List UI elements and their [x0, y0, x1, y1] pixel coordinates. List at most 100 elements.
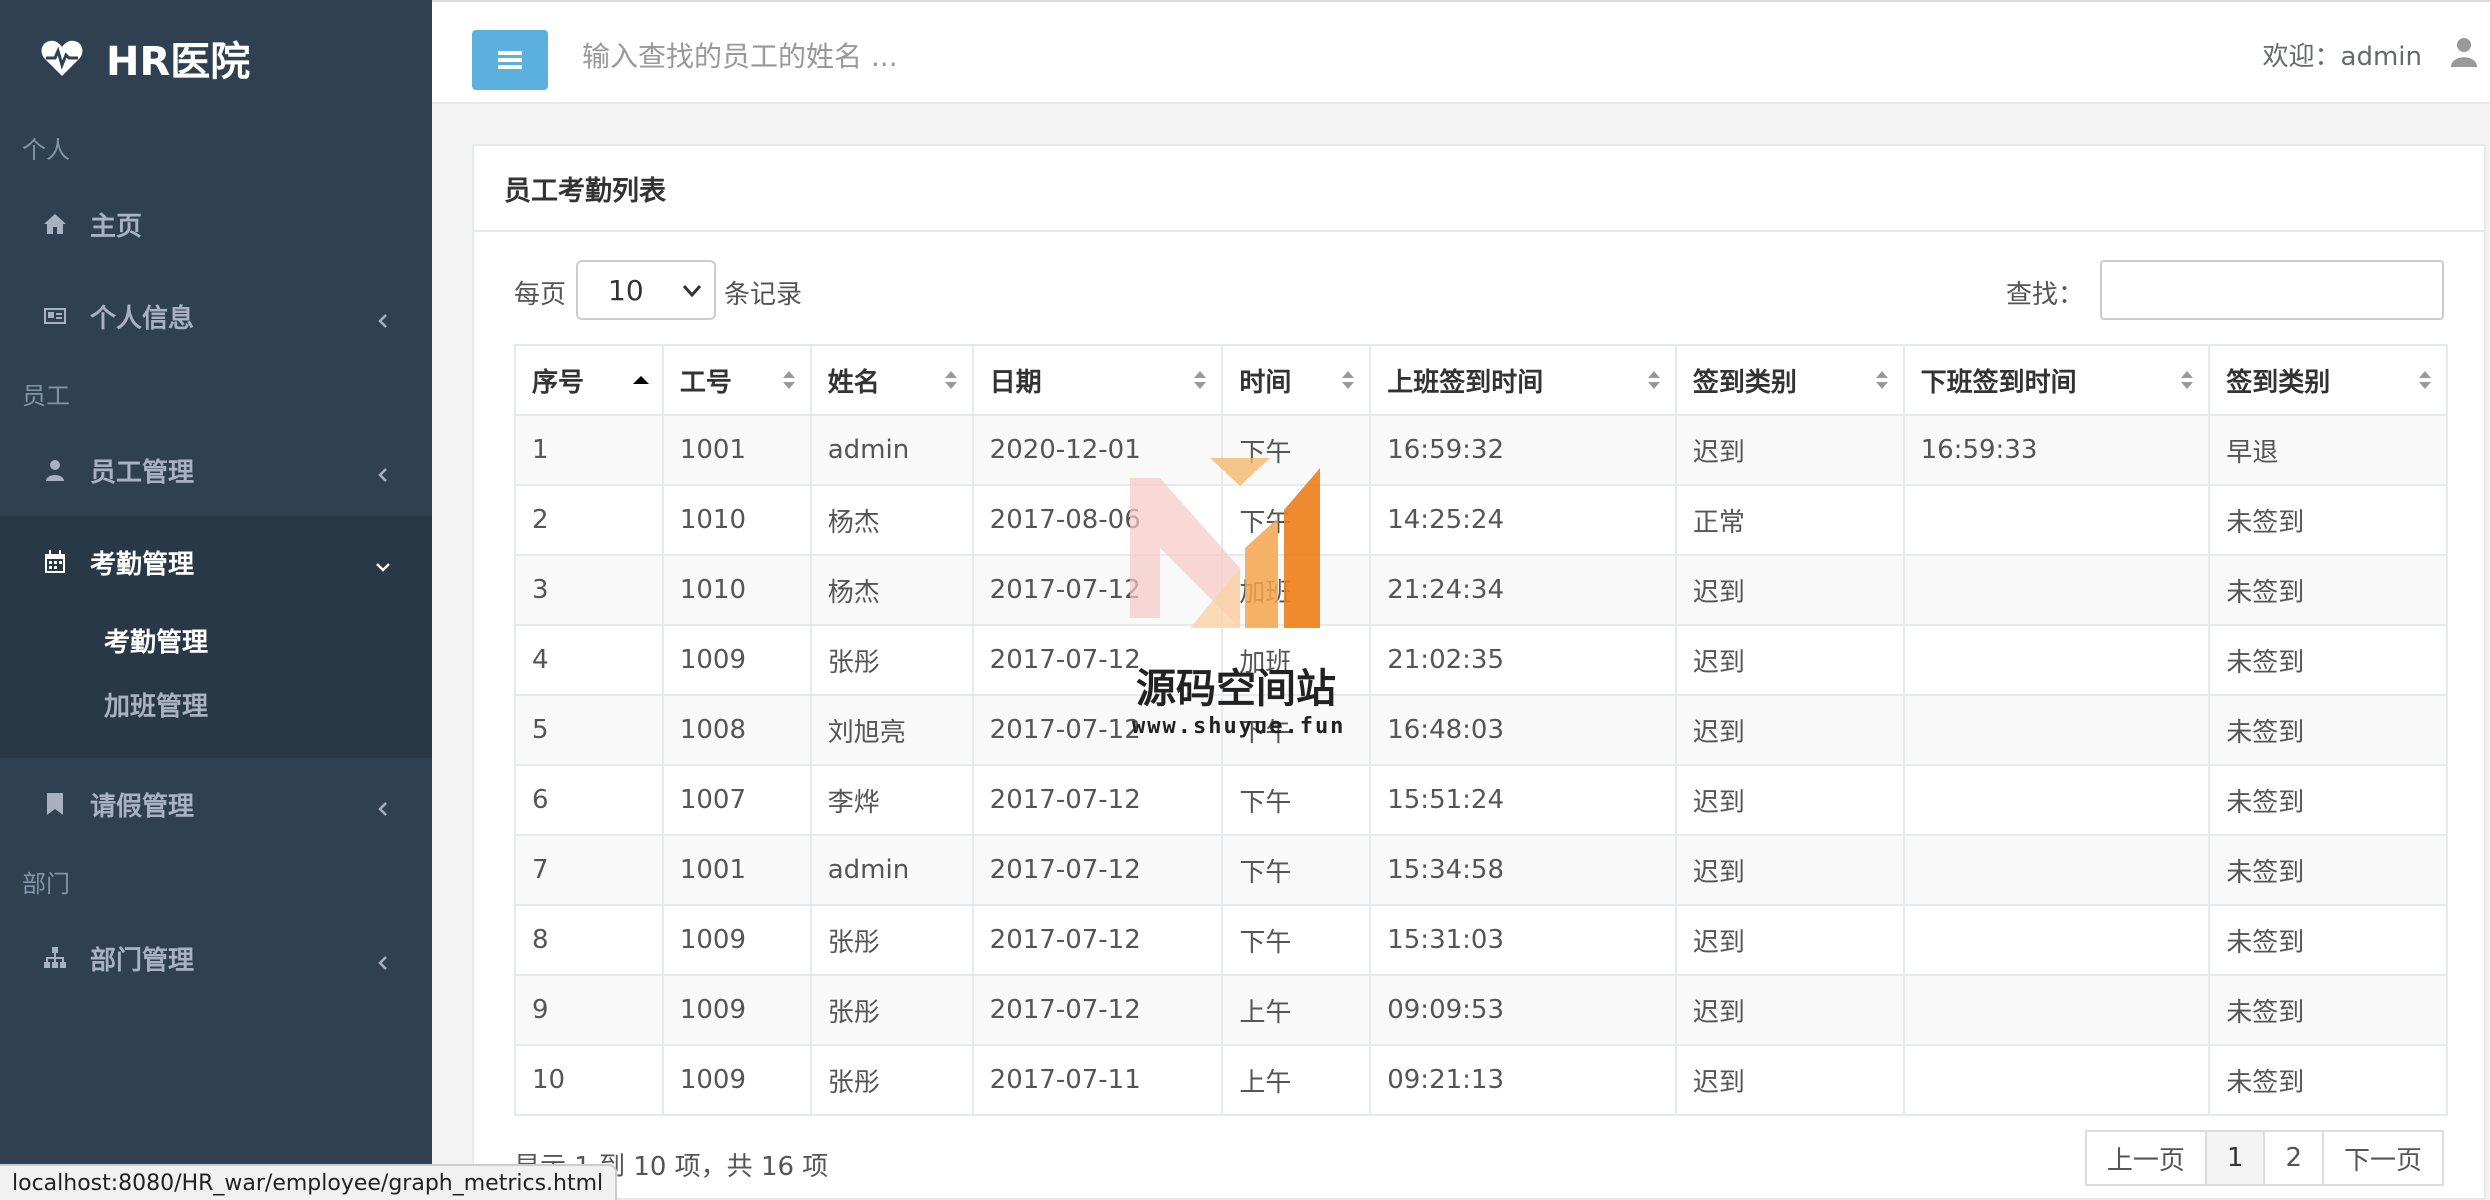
topbar: 欢迎：admin [432, 0, 2490, 104]
chevron-left-icon [374, 949, 392, 970]
welcome-text: 欢迎：admin [2262, 42, 2422, 72]
attendance-table: 序号 工号 姓名 日期 时间 上班签到时间 签到类别 下班签到时间 签到类别 1 1001 admi… [514, 344, 2448, 1116]
column-header[interactable]: 序号 [514, 344, 664, 416]
table-cell: 1010 [661, 554, 812, 626]
submenu-item-overtime[interactable]: 加班管理 [0, 672, 432, 736]
table-cell: 6 [514, 764, 664, 836]
employee-search-input[interactable] [582, 30, 1282, 82]
calendar-icon [40, 547, 70, 577]
sidebar-item-attendance[interactable]: 考勤管理 [0, 516, 432, 608]
table-row[interactable]: 7 1001 admin 2017-07-12 下午 15:34:58 迟到 未签到 [514, 834, 2448, 906]
table-cell: 李烨 [809, 764, 974, 836]
table-cell [1902, 904, 2211, 976]
table-cell: 正常 [1674, 484, 1905, 556]
sidebar-item-home[interactable]: 主页 [0, 178, 432, 270]
table-cell: 16:59:32 [1369, 414, 1677, 486]
sort-icon [2416, 367, 2434, 393]
table-cell: 未签到 [2208, 694, 2448, 766]
table-row[interactable]: 9 1009 张彤 2017-07-12 上午 09:09:53 迟到 未签到 [514, 974, 2448, 1046]
sidebar-item-label: 请假管理 [90, 791, 195, 822]
table-row[interactable]: 1 1001 admin 2020-12-01 下午 16:59:32 迟到 16:59:33… [514, 414, 2448, 486]
table-cell: 2020-12-01 [971, 414, 1224, 486]
table-row[interactable]: 6 1007 李烨 2017-07-12 下午 15:51:24 迟到 未签到 [514, 764, 2448, 836]
sort-asc-icon [632, 367, 650, 393]
table-cell: 1009 [661, 1044, 812, 1116]
sidebar-item-label: 部门管理 [90, 945, 195, 976]
table-cell: 迟到 [1674, 834, 1905, 906]
table-cell: 下午 [1221, 764, 1372, 836]
table-cell: admin [809, 834, 974, 906]
sidebar-item-profile[interactable]: 个人信息 [0, 270, 432, 362]
table-cell: admin [809, 414, 974, 486]
next-page-button[interactable]: 下一页 [2321, 1130, 2444, 1186]
table-cell [1902, 764, 2211, 836]
sort-icon [1873, 367, 1891, 393]
page-length-select[interactable]: 10 [576, 260, 716, 320]
table-cell: 未签到 [2208, 764, 2448, 836]
table-cell: 21:02:35 [1369, 624, 1677, 696]
column-header[interactable]: 下班签到时间 [1902, 344, 2211, 416]
table-cell: 2017-07-12 [971, 764, 1224, 836]
table-row[interactable]: 2 1010 杨杰 2017-08-06 下午 14:25:24 正常 未签到 [514, 484, 2448, 556]
column-header[interactable]: 姓名 [809, 344, 974, 416]
sort-icon [1645, 367, 1663, 393]
table-cell: 1008 [661, 694, 812, 766]
table-cell: 2017-07-12 [971, 974, 1224, 1046]
user-icon[interactable] [2450, 36, 2478, 68]
table-row[interactable]: 3 1010 杨杰 2017-07-12 加班 21:24:34 迟到 未签到 [514, 554, 2448, 626]
sidebar-group-attendance: 考勤管理 考勤管理 加班管理 [0, 516, 432, 758]
table-row[interactable]: 4 1009 张彤 2017-07-12 加班 21:02:35 迟到 未签到 [514, 624, 2448, 696]
submenu-item-attendance[interactable]: 考勤管理 [0, 608, 432, 672]
page-button-2[interactable]: 2 [2263, 1130, 2324, 1186]
table-cell: 1007 [661, 764, 812, 836]
column-header[interactable]: 签到类别 [1674, 344, 1905, 416]
table-cell: 迟到 [1674, 414, 1905, 486]
table-cell: 4 [514, 624, 664, 696]
table-cell: 未签到 [2208, 834, 2448, 906]
table-row[interactable]: 8 1009 张彤 2017-07-12 下午 15:31:03 迟到 未签到 [514, 904, 2448, 976]
brand[interactable]: HR医院 [0, 0, 432, 116]
table-row[interactable]: 10 1009 张彤 2017-07-11 上午 09:21:13 迟到 未签到 [514, 1044, 2448, 1116]
id-card-icon [40, 301, 70, 331]
table-cell: 3 [514, 554, 664, 626]
column-header-label: 上班签到时间 [1387, 367, 1544, 398]
column-header[interactable]: 日期 [971, 344, 1224, 416]
column-header-label: 签到类别 [2226, 367, 2331, 398]
column-header-label: 时间 [1239, 367, 1292, 398]
table-cell: 未签到 [2208, 624, 2448, 696]
sidebar-item-label: 员工管理 [90, 457, 195, 488]
table-search-input[interactable] [2100, 260, 2444, 320]
table-cell: 1001 [661, 834, 812, 906]
table-cell: 迟到 [1674, 624, 1905, 696]
page-length-suffix: 条记录 [724, 280, 803, 310]
table-row[interactable]: 5 1008 刘旭亮 2017-07-12 下午 16:48:03 迟到 未签到 [514, 694, 2448, 766]
home-icon [40, 209, 70, 239]
table-cell: 张彤 [809, 624, 974, 696]
column-header[interactable]: 签到类别 [2208, 344, 2448, 416]
sidebar-item-label: 个人信息 [90, 303, 195, 334]
sidebar-toggle-button[interactable] [472, 30, 548, 90]
table-cell: 上午 [1221, 1044, 1372, 1116]
page-button-1[interactable]: 1 [2204, 1130, 2266, 1186]
table-cell: 下午 [1221, 484, 1372, 556]
column-header-label: 日期 [989, 367, 1042, 398]
chevron-left-icon [374, 461, 392, 482]
table-cell: 9 [514, 974, 664, 1046]
column-header[interactable]: 时间 [1221, 344, 1372, 416]
column-header[interactable]: 上班签到时间 [1369, 344, 1677, 416]
table-controls: 每页 10 条记录 查找： [514, 260, 2444, 324]
prev-page-button[interactable]: 上一页 [2084, 1130, 2207, 1186]
table-cell [1902, 484, 2211, 556]
table-cell: 迟到 [1674, 1044, 1905, 1116]
table-cell [1902, 834, 2211, 906]
table-cell: 未签到 [2208, 484, 2448, 556]
sidebar-item-employee-management[interactable]: 员工管理 [0, 424, 432, 516]
table-header-row: 序号 工号 姓名 日期 时间 上班签到时间 签到类别 下班签到时间 签到类别 [514, 344, 2448, 416]
table-cell [1902, 554, 2211, 626]
column-header[interactable]: 工号 [661, 344, 812, 416]
sidebar-item-leave[interactable]: 请假管理 [0, 758, 432, 850]
table-cell: 未签到 [2208, 974, 2448, 1046]
table-cell: 5 [514, 694, 664, 766]
sidebar-item-department[interactable]: 部门管理 [0, 912, 432, 1004]
table-cell: 2 [514, 484, 664, 556]
